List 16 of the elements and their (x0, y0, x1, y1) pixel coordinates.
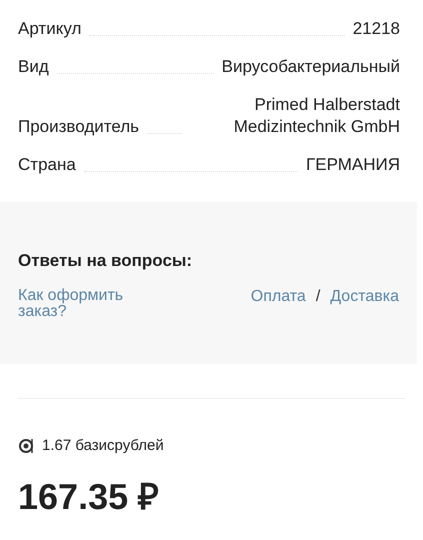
spec-label: Страна (18, 154, 76, 176)
coin-icon (18, 437, 34, 456)
faq-title: Ответы на вопросы: (18, 250, 194, 272)
spec-label: Вид (18, 56, 49, 78)
delivery-link[interactable]: Доставка (330, 288, 399, 320)
spec-value: ГЕРМАНИЯ (306, 154, 400, 176)
spec-label: Производитель (18, 116, 140, 138)
spec-value: 21218 (352, 18, 400, 40)
order-link[interactable]: Как оформить заказ? (18, 288, 168, 320)
spec-value: Primed Halberstadt Medizintechnik GmbH (232, 94, 400, 138)
price: 167.35 ₽ (17, 474, 160, 518)
payment-link[interactable]: Оплата (250, 288, 306, 320)
bonus-text: 1.67 базисрублей (42, 436, 164, 456)
spec-label: Артикул (18, 18, 82, 40)
link-separator: / (316, 288, 320, 306)
spec-value: Вирусобактериальный (222, 56, 400, 78)
